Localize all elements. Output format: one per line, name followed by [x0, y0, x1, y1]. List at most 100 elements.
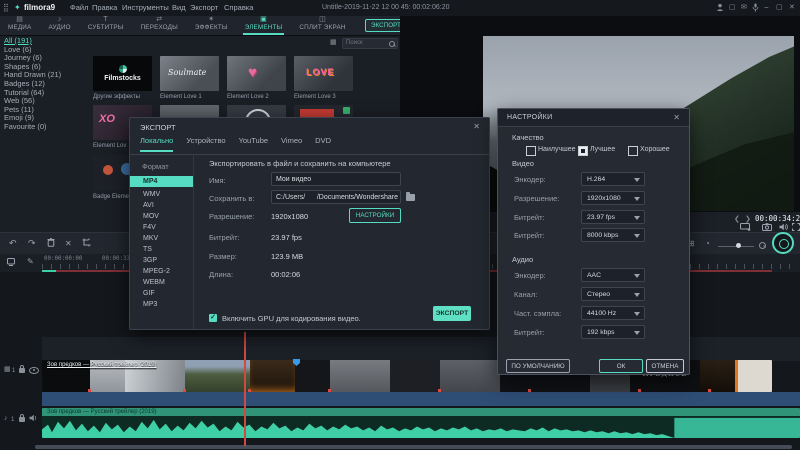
- resources-icon[interactable]: ▢: [729, 4, 736, 12]
- menu-export[interactable]: Экспорт: [190, 3, 218, 12]
- cancel-button[interactable]: ОТМЕНА: [646, 359, 684, 373]
- tab-elements[interactable]: ▣ЭЛЕМЕНТЫ: [243, 15, 285, 35]
- video-resolution-label: Разрешение:: [514, 194, 559, 203]
- settings-button[interactable]: НАСТРОЙКИ: [349, 208, 401, 223]
- tab-effects[interactable]: ✶ЭФФЕКТЫ: [193, 15, 230, 35]
- audio-samplerate-dropdown[interactable]: 44100 Hz: [581, 306, 645, 320]
- menu-help[interactable]: Справка: [224, 3, 253, 12]
- next-frame-icon[interactable]: ❯: [745, 215, 751, 223]
- tab-audio[interactable]: ♪АУДИО: [46, 15, 72, 35]
- tab-titles[interactable]: TСУБТИТРЫ: [86, 15, 126, 35]
- zoom-slider-handle[interactable]: [736, 243, 741, 248]
- element-card[interactable]: Soulmate: [160, 56, 219, 91]
- card-label: Badge Eleme: [93, 194, 129, 200]
- menu-tools[interactable]: Инструменты: [122, 3, 169, 12]
- menu-view[interactable]: Вид: [172, 3, 186, 12]
- prev-frame-icon[interactable]: ❮: [734, 215, 740, 223]
- audio-clip-label: Зов предков — Русский трейлер (2019): [47, 409, 157, 415]
- folder-icon[interactable]: [406, 194, 415, 201]
- format-f4v[interactable]: F4V: [130, 222, 193, 233]
- audio-clip[interactable]: Зов предков — Русский трейлер (2019): [42, 408, 800, 438]
- minimize-button[interactable]: −: [764, 4, 769, 12]
- quality-good-checkbox[interactable]: [628, 146, 638, 156]
- name-input[interactable]: Мои видео: [271, 172, 401, 186]
- delete-icon[interactable]: ✕: [65, 239, 72, 248]
- close-icon[interactable]: ✕: [673, 113, 680, 122]
- video-bitrate-dropdown[interactable]: 8000 kbps: [581, 228, 645, 242]
- tab-dvd[interactable]: DVD: [315, 136, 331, 152]
- mic-icon[interactable]: [752, 3, 759, 14]
- render-clock-icon[interactable]: ◔: [705, 239, 710, 248]
- category-favourite[interactable]: Favourite (0): [0, 123, 65, 132]
- record-button[interactable]: [772, 232, 794, 254]
- format-wmv[interactable]: WMV: [130, 189, 193, 200]
- undo-icon[interactable]: ↶: [9, 239, 17, 248]
- mail-icon[interactable]: ✉: [741, 4, 747, 12]
- audio-encoder-dropdown[interactable]: AAC: [581, 268, 645, 282]
- audio-channel-dropdown[interactable]: Стерео: [581, 287, 645, 301]
- tab-media[interactable]: ▤МЕДИА: [6, 15, 33, 35]
- format-mkv[interactable]: MKV: [130, 233, 193, 244]
- format-3gp[interactable]: 3GP: [130, 255, 193, 266]
- element-card[interactable]: LOVE: [294, 56, 353, 91]
- card-label: Element Love 1: [160, 94, 202, 100]
- filmstocks-card[interactable]: Filmstocks: [93, 56, 152, 91]
- quality-better-label: Лучшее: [590, 146, 615, 153]
- menu-file[interactable]: Файл: [70, 3, 88, 12]
- tab-vimeo[interactable]: Vimeo: [281, 136, 302, 152]
- video-resolution-dropdown[interactable]: 1920x1080: [581, 191, 645, 205]
- speaker-icon[interactable]: [779, 223, 788, 231]
- marker-pen-icon[interactable]: ✎: [27, 257, 34, 266]
- menu-edit[interactable]: Правка: [92, 3, 117, 12]
- gpu-checkbox[interactable]: ✓: [209, 314, 217, 322]
- save-path-input[interactable]: C:/Users/ /Documents/Wondershare Filr: [271, 190, 401, 204]
- format-mp3[interactable]: MP3: [130, 299, 193, 310]
- format-gif[interactable]: GIF: [130, 288, 193, 299]
- maximize-button[interactable]: ▢: [776, 4, 783, 12]
- trash-icon[interactable]: [47, 238, 55, 247]
- video-encoder-dropdown[interactable]: H.264: [581, 172, 645, 186]
- format-ts[interactable]: TS: [130, 244, 193, 255]
- account-icon[interactable]: [716, 3, 724, 14]
- tab-device[interactable]: Устройство: [186, 136, 225, 152]
- quality-best-checkbox[interactable]: [526, 146, 536, 156]
- chevron-down-icon: [634, 178, 640, 182]
- search-input[interactable]: Поиск: [342, 38, 398, 49]
- lock-icon[interactable]: [19, 417, 25, 422]
- layout-grid-icon[interactable]: ▦: [330, 39, 337, 47]
- format-webm[interactable]: WEBM: [130, 277, 193, 288]
- tab-split-screen[interactable]: ◫СПЛИТ ЭКРАН: [297, 15, 347, 35]
- video-framerate-dropdown[interactable]: 23.97 fps: [581, 210, 645, 224]
- audio-bitrate-dropdown[interactable]: 192 kbps: [581, 325, 645, 339]
- format-avi[interactable]: AVI: [130, 200, 193, 211]
- playhead[interactable]: [244, 332, 246, 446]
- lock-icon[interactable]: [19, 368, 25, 373]
- tab-local[interactable]: Локально: [140, 136, 173, 152]
- redo-icon[interactable]: ↷: [28, 239, 36, 248]
- horizontal-scrollbar[interactable]: [35, 445, 792, 449]
- element-card[interactable]: ♥: [227, 56, 286, 91]
- fullscreen-icon[interactable]: [792, 223, 800, 231]
- mute-speaker-icon[interactable]: [29, 414, 38, 422]
- zoom-in-icon[interactable]: [759, 242, 766, 249]
- default-button[interactable]: ПО УМОЛЧАНИЮ: [506, 359, 570, 373]
- snapshot-camera-icon[interactable]: [762, 223, 772, 231]
- export-confirm-button[interactable]: ЭКСПОРТ: [433, 306, 471, 321]
- tab-transitions[interactable]: ⇄ПЕРЕХОДЫ: [139, 15, 180, 35]
- dialog-title: ЭКСПОРТ: [140, 123, 176, 132]
- video-track-number: 1: [12, 367, 15, 375]
- eye-icon[interactable]: [29, 367, 39, 374]
- crop-icon[interactable]: [82, 238, 91, 247]
- app-menu-icon[interactable]: ⣿: [3, 4, 9, 12]
- tab-youtube[interactable]: YouTube: [239, 136, 268, 152]
- close-button[interactable]: ✕: [789, 4, 795, 12]
- format-mpeg2[interactable]: MPEG-2: [130, 266, 193, 277]
- ok-button[interactable]: ОК: [599, 359, 643, 373]
- quality-better-checkbox[interactable]: [578, 146, 588, 156]
- format-column: Формат MP4 WMV AVI MOV F4V MKV TS 3GP MP…: [130, 154, 194, 329]
- screen-record-icon[interactable]: [7, 258, 17, 266]
- display-device-icon[interactable]: [740, 223, 751, 231]
- close-icon[interactable]: ✕: [473, 122, 480, 131]
- format-mp4[interactable]: MP4: [130, 176, 193, 187]
- format-mov[interactable]: MOV: [130, 211, 193, 222]
